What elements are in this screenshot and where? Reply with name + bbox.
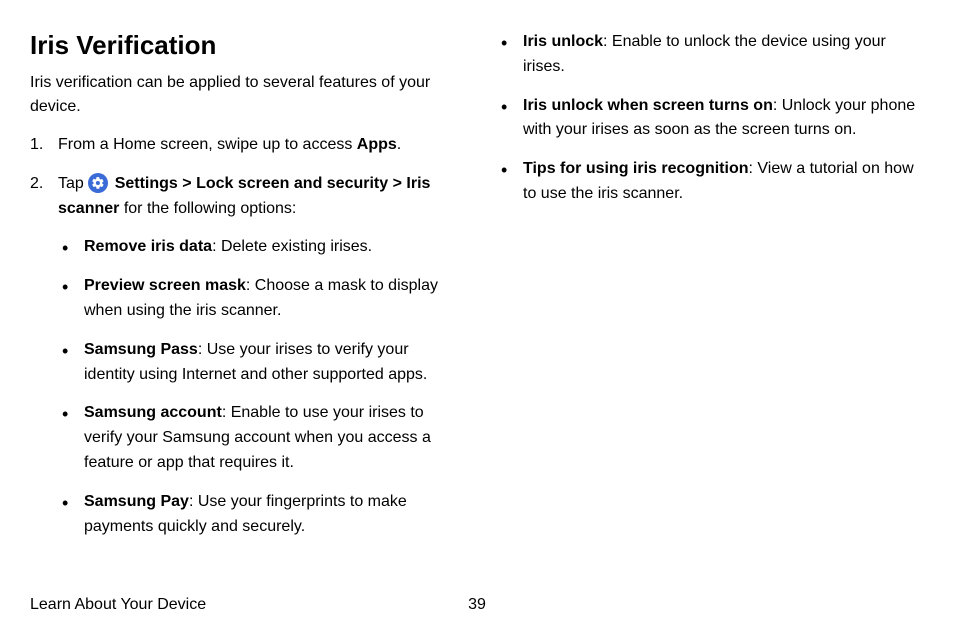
- tap-text: Tap: [58, 175, 88, 192]
- step-text: From a Home screen, swipe up to access: [58, 136, 357, 153]
- list-item: Samsung account: Enable to use your iris…: [58, 401, 457, 475]
- step-suffix: .: [397, 136, 401, 153]
- left-column: Iris Verification Iris verification can …: [30, 30, 457, 553]
- option-title: Iris unlock when screen turns on: [523, 97, 773, 114]
- page-number: 39: [468, 596, 486, 614]
- option-title: Iris unlock: [523, 33, 603, 50]
- step-tail: for the following options:: [119, 200, 296, 217]
- chevron-icon: >: [178, 175, 196, 192]
- option-title: Preview screen mask: [84, 277, 246, 294]
- step-2: 2. Tap Settings > Lock screen and securi…: [30, 172, 457, 540]
- options-list-left: Remove iris data: Delete existing irises…: [58, 235, 457, 539]
- step-1: 1. From a Home screen, swipe up to acces…: [30, 133, 457, 158]
- list-item: Samsung Pass: Use your irises to verify …: [58, 338, 457, 388]
- lock-screen-label: Lock screen and security: [196, 175, 388, 192]
- settings-icon: [88, 173, 108, 193]
- list-item: Tips for using iris recognition: View a …: [497, 157, 924, 207]
- option-title: Tips for using iris recognition: [523, 160, 749, 177]
- page-content: Iris Verification Iris verification can …: [30, 30, 924, 553]
- option-desc: : Delete existing irises.: [212, 238, 372, 255]
- list-item: Remove iris data: Delete existing irises…: [58, 235, 457, 260]
- option-title: Remove iris data: [84, 238, 212, 255]
- footer-section: Learn About Your Device: [30, 596, 206, 614]
- options-list-right: Iris unlock: Enable to unlock the device…: [497, 30, 924, 207]
- step-number: 1.: [30, 133, 43, 158]
- list-item: Iris unlock: Enable to unlock the device…: [497, 30, 924, 80]
- list-item: Preview screen mask: Choose a mask to di…: [58, 274, 457, 324]
- right-column: Iris unlock: Enable to unlock the device…: [497, 30, 924, 553]
- apps-label: Apps: [357, 136, 397, 153]
- step-list: 1. From a Home screen, swipe up to acces…: [30, 133, 457, 539]
- list-item: Samsung Pay: Use your fingerprints to ma…: [58, 490, 457, 540]
- intro-text: Iris verification can be applied to seve…: [30, 71, 457, 119]
- option-title: Samsung account: [84, 404, 222, 421]
- list-item: Iris unlock when screen turns on: Unlock…: [497, 94, 924, 144]
- option-title: Samsung Pay: [84, 493, 189, 510]
- chevron-icon: >: [388, 175, 406, 192]
- settings-label: Settings: [115, 175, 178, 192]
- option-title: Samsung Pass: [84, 341, 198, 358]
- page-footer: Learn About Your Device 39: [30, 596, 924, 614]
- step-number: 2.: [30, 172, 43, 197]
- heading: Iris Verification: [30, 30, 457, 61]
